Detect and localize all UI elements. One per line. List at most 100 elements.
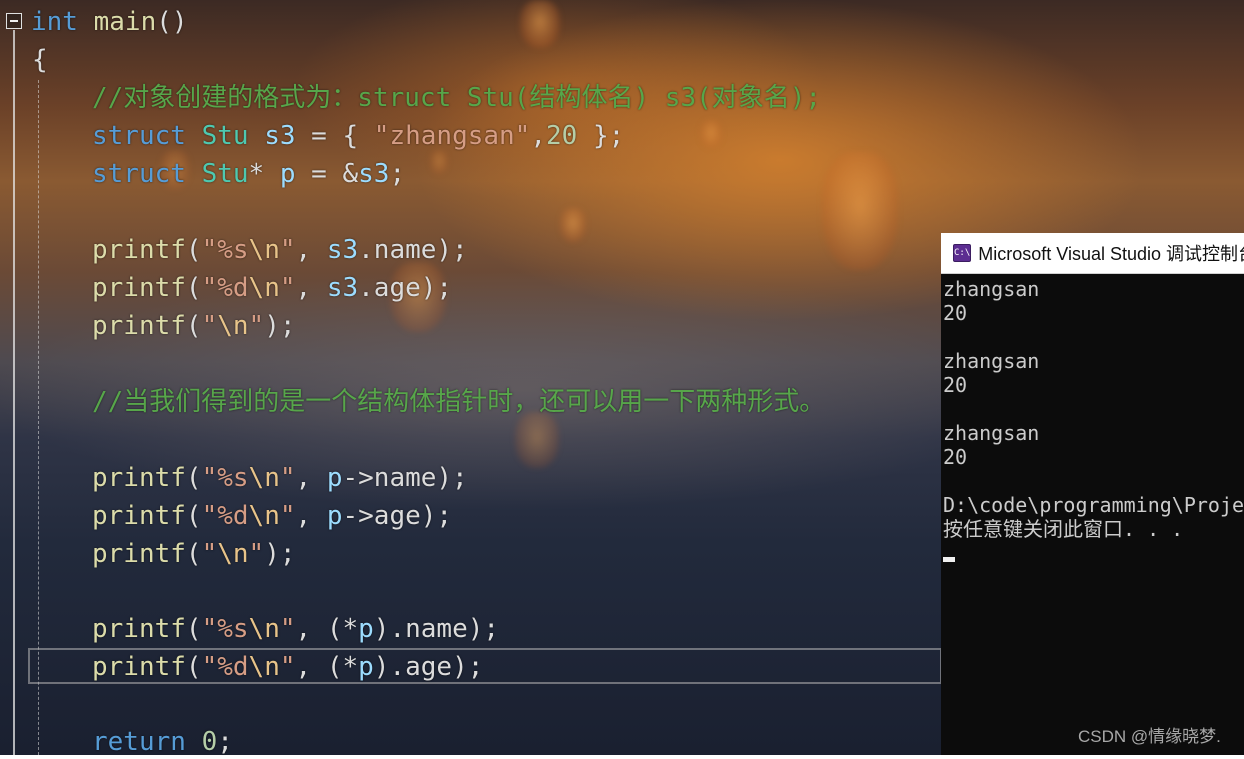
code-token: printf [92, 501, 186, 531]
code-token: ); [264, 539, 296, 569]
code-line[interactable]: printf("\n"); [92, 537, 296, 571]
code-token: 0 [201, 727, 218, 757]
code-line[interactable]: printf("%s\n", (*p).name); [92, 612, 499, 646]
code-token: \n [248, 501, 280, 531]
code-token: "%d [201, 652, 249, 682]
code-token: printf [92, 463, 186, 493]
code-line[interactable]: printf("%d\n", s3.age); [92, 271, 452, 305]
code-token: { [32, 45, 48, 75]
code-token: , (* [295, 614, 359, 644]
collapse-icon[interactable] [6, 13, 22, 29]
code-token: ); [264, 311, 296, 341]
code-token: \n [248, 614, 280, 644]
code-token: , [295, 501, 327, 531]
console-title: Microsoft Visual Studio 调试控制台 [978, 244, 1244, 264]
code-token: printf [92, 539, 186, 569]
code-token: " [279, 235, 296, 265]
code-line[interactable]: { [32, 43, 48, 77]
console-line: 20 [943, 301, 968, 325]
code-token: p [279, 159, 296, 189]
code-token: "zhangsan" [373, 121, 531, 151]
code-token: ; [217, 727, 233, 757]
code-token: " [279, 501, 296, 531]
code-token: printf [92, 235, 186, 265]
code-token: " [201, 311, 218, 341]
code-token: p [326, 463, 343, 493]
console-titlebar[interactable]: C:\ Microsoft Visual Studio 调试控制台 [941, 233, 1244, 274]
code-token: ( [185, 614, 202, 644]
code-line[interactable]: printf("%s\n", p->name); [92, 461, 468, 495]
code-token: s3 [326, 273, 359, 303]
watermark: CSDN @情缘晓梦. [1078, 727, 1221, 746]
visual-studio-console-icon: C:\ [953, 244, 972, 262]
code-line[interactable]: struct Stu* p = &s3; [92, 157, 405, 191]
code-token: , [530, 121, 546, 151]
code-token: \n [217, 539, 249, 569]
code-token: printf [92, 273, 186, 303]
code-token: Stu [201, 121, 249, 151]
code-line[interactable]: //对象创建的格式为：struct Stu(结构体名) s3(对象名); [92, 81, 821, 115]
code-line[interactable]: printf("%d\n", (*p).age); [92, 650, 483, 684]
code-token: ).name); [373, 614, 500, 644]
code-token: return [92, 727, 186, 757]
code-line[interactable]: return 0; [92, 725, 233, 759]
code-token: printf [92, 311, 186, 341]
code-line[interactable]: printf("%d\n", p->age); [92, 499, 452, 533]
code-token: "%d [201, 501, 249, 531]
code-token: }; [577, 121, 625, 151]
code-token: \n [217, 311, 249, 341]
code-token: " [279, 614, 296, 644]
code-token: ( [185, 235, 202, 265]
code-token: = & [295, 159, 359, 189]
code-token: ( [185, 539, 202, 569]
code-token: printf [92, 614, 186, 644]
code-token: \n [248, 235, 280, 265]
code-token: Stu [201, 159, 249, 189]
console-line: 20 [943, 373, 968, 397]
code-token: int [31, 7, 78, 37]
code-token: " [279, 273, 296, 303]
code-token: ->name); [342, 463, 468, 493]
debug-console-window[interactable]: C:\ Microsoft Visual Studio 调试控制台 zhangs… [941, 233, 1244, 755]
console-line: 按任意键关闭此窗口. . . [943, 517, 1184, 541]
code-line[interactable]: int main() [31, 5, 188, 39]
code-token: \n [248, 463, 280, 493]
console-line: zhangsan [943, 421, 1040, 445]
code-token: printf [92, 652, 186, 682]
console-line: zhangsan [943, 349, 1040, 373]
code-line[interactable]: //当我们得到的是一个结构体指针时，还可以用一下两种形式。 [92, 385, 825, 419]
code-token: s3 [264, 121, 296, 151]
code-token: ( [185, 463, 202, 493]
code-token: " [279, 652, 296, 682]
code-token: ( [185, 652, 202, 682]
console-line: D:\code\programming\Project [943, 493, 1244, 517]
code-token: "%d [201, 273, 249, 303]
code-token: //当我们得到的是一个结构体指针时，还可以用一下两种形式。 [92, 387, 826, 417]
code-token: "%s [201, 463, 249, 493]
code-token: .name); [358, 235, 468, 265]
code-token: ( [185, 273, 202, 303]
code-token: " [279, 463, 296, 493]
code-token: \n [248, 652, 280, 682]
code-line[interactable]: printf("%s\n", s3.name); [92, 233, 468, 267]
code-line[interactable]: printf("\n"); [92, 309, 296, 343]
code-token: * [248, 159, 280, 189]
code-token: 20 [546, 121, 578, 151]
code-token: = { [295, 121, 374, 151]
code-token: ( [185, 501, 202, 531]
code-line[interactable]: struct Stu s3 = { "zhangsan",20 }; [92, 119, 624, 153]
code-token: " [201, 539, 218, 569]
code-token: ).age); [373, 652, 484, 682]
code-token: " [248, 539, 265, 569]
code-token: ->age); [342, 501, 453, 531]
code-token: //对象创建的格式为：struct Stu(结构体名) s3(对象名); [92, 83, 822, 113]
code-token: ; [389, 159, 406, 189]
console-line: zhangsan [943, 277, 1040, 301]
code-token: , (* [295, 652, 359, 682]
code-token: " [248, 311, 265, 341]
code-token: "%s [201, 235, 249, 265]
